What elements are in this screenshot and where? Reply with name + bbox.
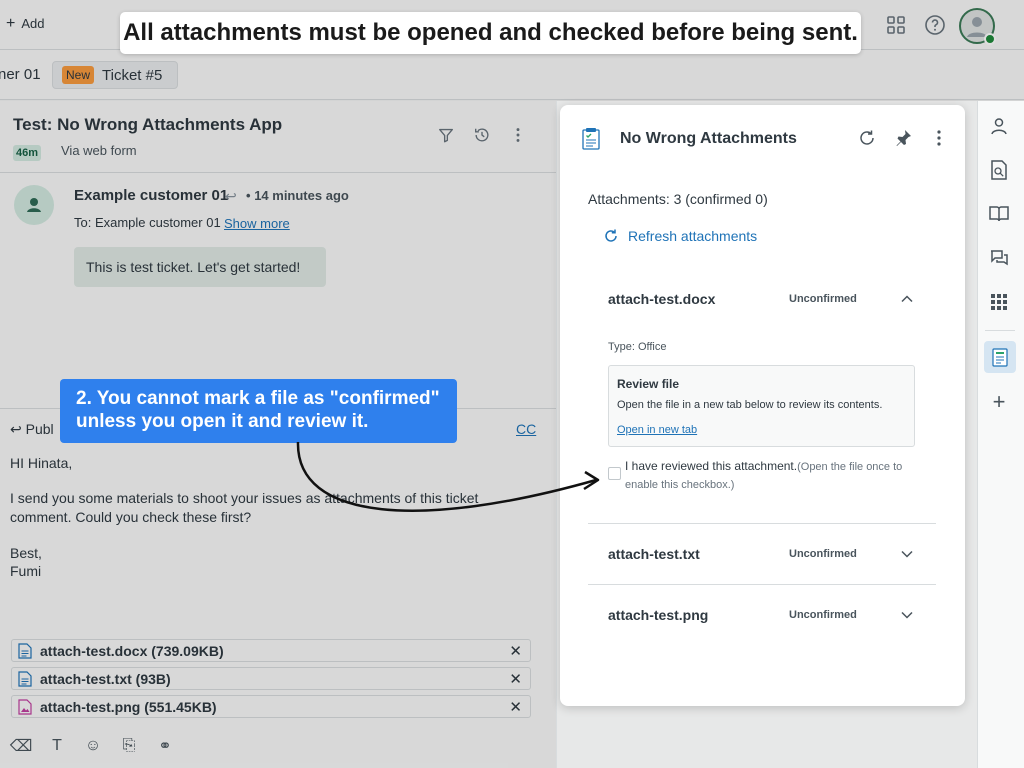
open-in-new-tab-link[interactable]: Open in new tab: [617, 424, 697, 436]
rail-divider: [985, 330, 1015, 331]
apps-grid-icon[interactable]: [988, 291, 1010, 313]
reviewed-checkbox-label: I have reviewed this attachment.(Open th…: [625, 458, 915, 494]
user-profile-icon[interactable]: [988, 115, 1010, 137]
chevron-down-icon[interactable]: [900, 608, 914, 622]
no-wrong-attachments-app-icon: [992, 348, 1008, 367]
no-wrong-attachments-app-icon: [582, 128, 600, 150]
context-rail: [977, 101, 1024, 768]
refresh-attachments-button[interactable]: Refresh attachments: [603, 228, 757, 244]
accordion-divider: [588, 523, 936, 524]
accordion-divider: [588, 584, 936, 585]
top-callout: All attachments must be opened and check…: [120, 12, 861, 54]
book-icon[interactable]: [988, 203, 1010, 225]
chevron-up-icon[interactable]: [900, 292, 914, 306]
rail-app-active[interactable]: [984, 341, 1016, 373]
file-accordion-title[interactable]: attach-test.docx: [608, 291, 715, 307]
more-options-icon[interactable]: [929, 128, 949, 148]
checkbox-label-text: I have reviewed this attachment.: [625, 459, 798, 473]
reviewed-checkbox[interactable]: [608, 467, 621, 480]
file-accordion-title[interactable]: attach-test.txt: [608, 546, 700, 562]
review-file-title: Review file: [617, 377, 680, 391]
add-app-icon[interactable]: +: [988, 391, 1010, 414]
file-accordion-title[interactable]: attach-test.png: [608, 607, 708, 623]
file-status: Unconfirmed: [789, 609, 857, 621]
file-type: Type: Office: [608, 341, 667, 353]
pin-icon[interactable]: [893, 128, 913, 148]
chevron-down-icon[interactable]: [900, 547, 914, 561]
conversations-icon[interactable]: [988, 247, 1010, 269]
reload-icon[interactable]: [857, 128, 877, 148]
file-status: Unconfirmed: [789, 293, 857, 305]
step-2-line-2: unless you open it and review it.: [76, 411, 369, 432]
app-title: No Wrong Attachments: [620, 130, 797, 147]
refresh-label: Refresh attachments: [628, 228, 758, 244]
step-2-callout: 2. You cannot mark a file as "confirmed"…: [60, 379, 457, 443]
step-2-line-1: 2. You cannot mark a file as "confirmed": [76, 388, 440, 409]
attachments-count: Attachments: 3 (confirmed 0): [588, 191, 768, 207]
knowledge-search-icon[interactable]: [988, 159, 1010, 181]
refresh-icon: [605, 229, 617, 242]
file-status: Unconfirmed: [789, 548, 857, 560]
review-file-description: Open the file in a new tab below to revi…: [617, 399, 883, 411]
